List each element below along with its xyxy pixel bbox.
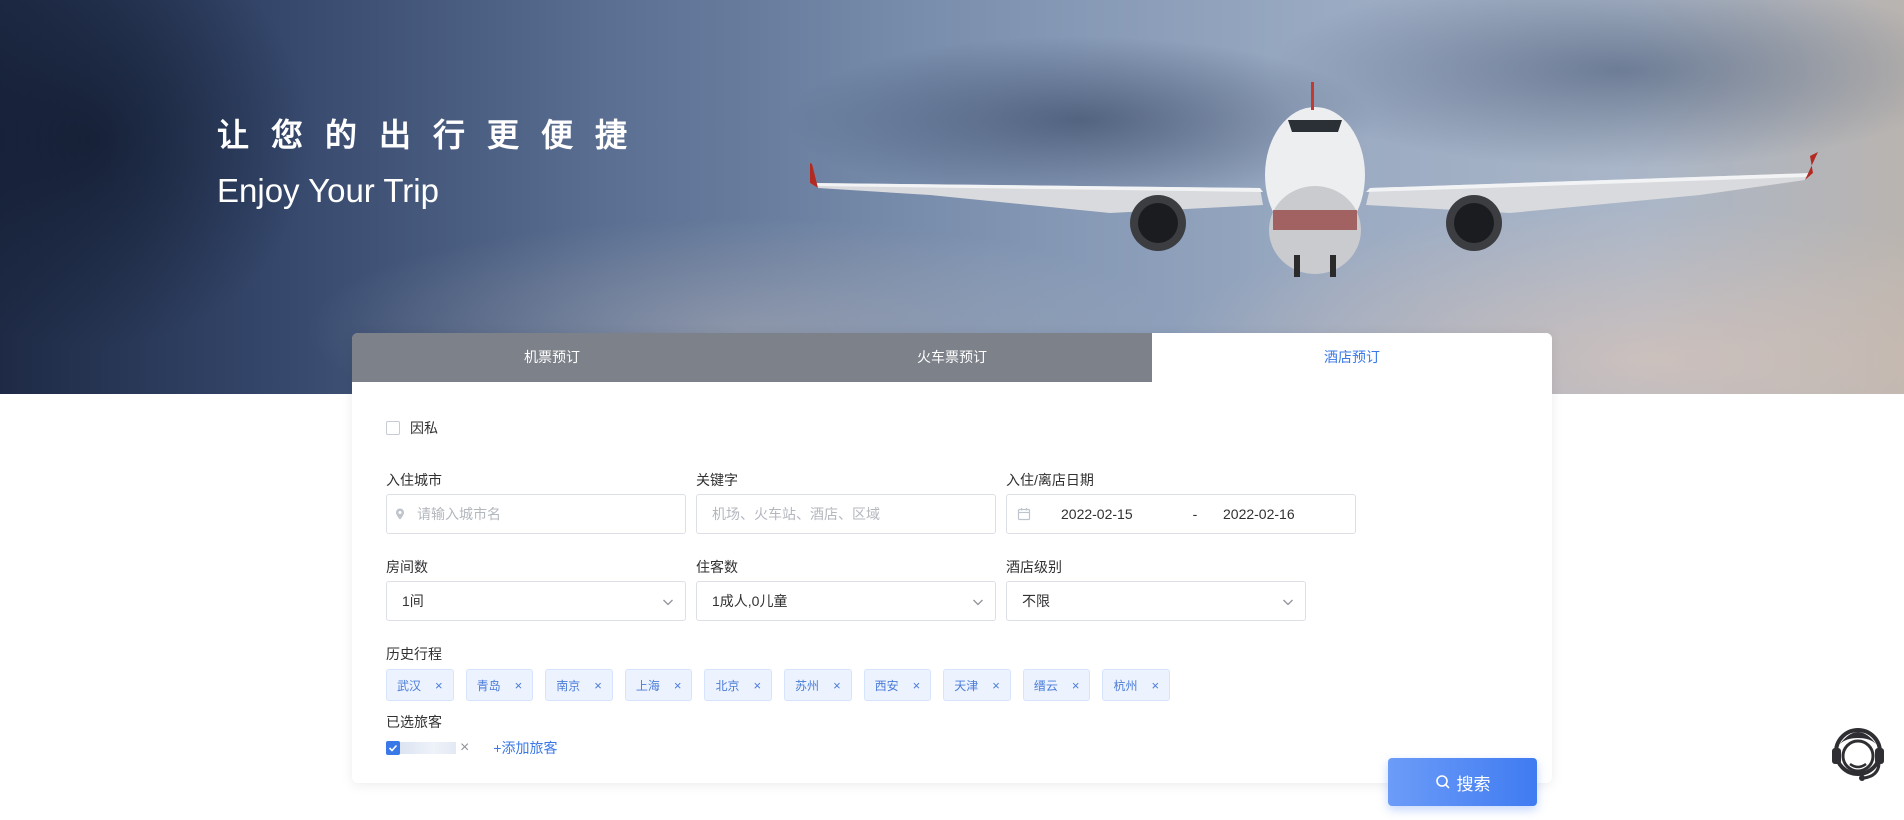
close-icon[interactable]: × [1072,678,1080,693]
close-icon[interactable]: × [674,678,682,693]
booking-tabs: 机票预订 火车票预订 酒店预订 [352,333,1552,382]
keyword-input[interactable]: 机场、火车站、酒店、区域 [696,494,996,534]
close-icon[interactable]: × [435,678,443,693]
remove-traveler-button[interactable]: × [460,739,469,757]
history-tag[interactable]: 南京 × [545,669,613,701]
history-tag[interactable]: 杭州 × [1102,669,1171,701]
close-icon[interactable]: × [833,678,841,693]
city-label: 入住城市 [386,472,442,488]
chevron-down-icon [973,599,983,606]
history-tag-label: 上海 [635,678,660,693]
private-checkbox[interactable] [386,421,400,435]
check-icon [388,744,398,752]
rooms-value: 1间 [402,593,424,609]
calendar-icon [1017,508,1031,521]
customer-service-icon[interactable] [1826,722,1890,786]
level-value: 不限 [1022,593,1050,609]
search-button-label: 搜索 [1456,774,1491,794]
history-tag-label: 北京 [715,678,740,693]
traveler-name-redacted [400,742,456,754]
add-traveler-link[interactable]: +添加旅客 [493,738,557,758]
private-trip-option[interactable]: 因私 [386,418,438,438]
history-tag[interactable]: 北京 × [704,669,773,701]
history-tag-label: 杭州 [1113,678,1138,693]
history-tag[interactable]: 苏州 × [784,669,852,701]
location-pin-icon [396,508,404,520]
rooms-select[interactable]: 1间 [386,581,686,621]
hotel-level-select[interactable]: 不限 [1006,581,1306,621]
guests-select[interactable]: 1成人,0儿童 [696,581,996,621]
close-icon[interactable]: × [1152,678,1160,693]
close-icon[interactable]: × [913,678,921,693]
guests-value: 1成人,0儿童 [712,593,788,609]
history-tag-label: 天津 [954,678,979,693]
selected-traveler: × +添加旅客 [386,738,558,758]
search-icon [1435,775,1450,789]
history-tag-list: 武汉 × 青岛 × 南京 × 上海 × 北京 × 苏州 × 西安 × 天津 × 缙云 × 杭州 × [386,669,1182,701]
keyword-placeholder: 机场、火车站、酒店、区域 [712,506,880,522]
history-tag-label: 青岛 [476,678,501,693]
history-tag[interactable]: 青岛 × [465,669,534,701]
close-icon[interactable]: × [753,678,761,693]
history-tag[interactable]: 上海 × [624,669,693,701]
tab-flight[interactable]: 机票预订 [352,333,752,382]
level-label: 酒店级别 [1006,559,1062,575]
history-tag[interactable]: 天津 × [943,669,1011,701]
history-tag-label: 缙云 [1033,678,1058,693]
history-tag-label: 武汉 [397,678,422,693]
booking-panel: 机票预订 火车票预订 酒店预订 因私 入住城市 请输入城市名 关键字 机场、火车… [352,333,1552,783]
tab-train[interactable]: 火车票预订 [752,333,1152,382]
close-icon[interactable]: × [594,678,602,693]
guests-label: 住客数 [696,559,738,575]
hero-title: 让您的出行更便捷 [217,116,650,154]
airplane-image [810,82,1818,277]
city-input[interactable]: 请输入城市名 [386,494,686,534]
history-tag-label: 南京 [556,678,581,693]
history-tag[interactable]: 武汉 × [386,669,454,701]
close-icon[interactable]: × [515,678,523,693]
hero-subtitle: Enjoy Your Trip [217,172,439,209]
date-range-picker[interactable]: 2022-02-15 - 2022-02-16 [1006,494,1356,534]
history-tag[interactable]: 西安 × [863,669,932,701]
chevron-down-icon [663,599,673,606]
close-icon[interactable]: × [992,678,1000,693]
history-tag[interactable]: 缙云 × [1022,669,1091,701]
history-tag-label: 苏州 [795,678,820,693]
date-separator: - [1192,506,1198,522]
checkin-date[interactable]: 2022-02-15 [1061,506,1167,522]
keyword-label: 关键字 [696,472,738,488]
history-label: 历史行程 [386,646,442,662]
checkout-date[interactable]: 2022-02-16 [1223,506,1295,522]
rooms-label: 房间数 [386,559,428,575]
search-button[interactable]: 搜索 [1388,758,1537,806]
private-label: 因私 [410,420,438,436]
history-tag-label: 西安 [874,678,899,693]
city-placeholder: 请输入城市名 [417,506,501,522]
dates-label: 入住/离店日期 [1006,472,1094,488]
chevron-down-icon [1283,599,1293,606]
tab-hotel[interactable]: 酒店预订 [1152,333,1552,382]
traveler-checkbox[interactable] [386,741,400,755]
travelers-label: 已选旅客 [386,714,442,730]
